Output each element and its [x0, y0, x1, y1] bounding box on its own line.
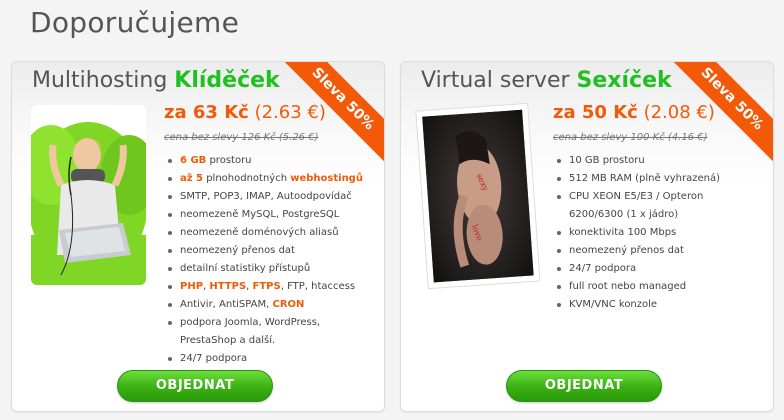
- list-item: PHP, HTTPS, FTPS, FTP, htaccess: [166, 278, 363, 296]
- card-title-accent: Sexíček: [576, 68, 672, 93]
- list-item: neomezený přenos dat: [166, 242, 363, 260]
- product-photo: [31, 105, 146, 285]
- list-item: KVM/VNC konzole: [555, 296, 720, 314]
- list-item: 512 MB RAM (plně vyhrazená): [555, 170, 720, 188]
- list-item: detailní statistiky přístupů: [166, 260, 363, 278]
- card-title-accent: Klíděček: [174, 68, 280, 93]
- list-item: SMTP, POP3, IMAP, Autoodpovídač: [166, 188, 363, 206]
- order-button[interactable]: OBJEDNAT: [117, 370, 273, 402]
- list-item: Antivir, AntiSPAM, CRON: [166, 296, 363, 314]
- product-photo: sexy love: [415, 102, 541, 290]
- list-item: podpora Joomla, WordPress, PrestaShop a d…: [166, 314, 363, 350]
- list-item: 6 GB prostoru: [166, 152, 363, 170]
- list-item: až 5 plnohodnotných webhostingů: [166, 170, 363, 188]
- list-item: 24/7 podpora: [166, 350, 363, 368]
- card-title-prefix: Multihosting: [32, 68, 168, 93]
- card-title-prefix: Virtual server: [421, 68, 570, 93]
- old-price: cena bez slevy 100 Kč (4.16 €): [553, 132, 708, 143]
- list-item: neomezený přenos dat: [555, 242, 720, 260]
- list-item: neomezeně doménových aliasů: [166, 224, 363, 242]
- list-item: 10 GB prostoru: [555, 152, 720, 170]
- feature-list: 10 GB prostoru 512 MB RAM (plně vyhrazen…: [555, 152, 720, 314]
- page-title: Doporučujeme: [30, 6, 240, 39]
- order-button[interactable]: OBJEDNAT: [506, 370, 662, 402]
- price: za 63 Kč (2.63 €): [164, 102, 326, 123]
- list-item: full root nebo managed: [555, 278, 720, 296]
- price-eur: (2.63 €): [254, 102, 326, 123]
- product-card-multihosting: Multihosting Klíděček Sleva 50% za 63 Kč…: [11, 61, 385, 412]
- card-title: Multihosting Klíděček: [32, 68, 280, 93]
- price-czk: za 63 Kč: [164, 102, 249, 123]
- list-item: 24/7 podpora: [555, 260, 720, 278]
- feature-list: 6 GB prostoru až 5 plnohodnotných webhos…: [166, 152, 363, 368]
- list-item: konektivita 100 Mbps: [555, 224, 720, 242]
- price-eur: (2.08 €): [643, 102, 715, 123]
- list-item: neomezeně MySQL, PostgreSQL: [166, 206, 363, 224]
- old-price: cena bez slevy 126 Kč (5.26 €): [164, 132, 319, 143]
- list-item: CPU XEON E5/E3 / Opteron 6200/6300 (1 x j…: [555, 188, 720, 224]
- card-title: Virtual server Sexíček: [421, 68, 672, 93]
- product-card-virtual-server: Virtual server Sexíček Sleva 50% sexy lo…: [400, 61, 774, 412]
- price-czk: za 50 Kč: [553, 102, 638, 123]
- price: za 50 Kč (2.08 €): [553, 102, 715, 123]
